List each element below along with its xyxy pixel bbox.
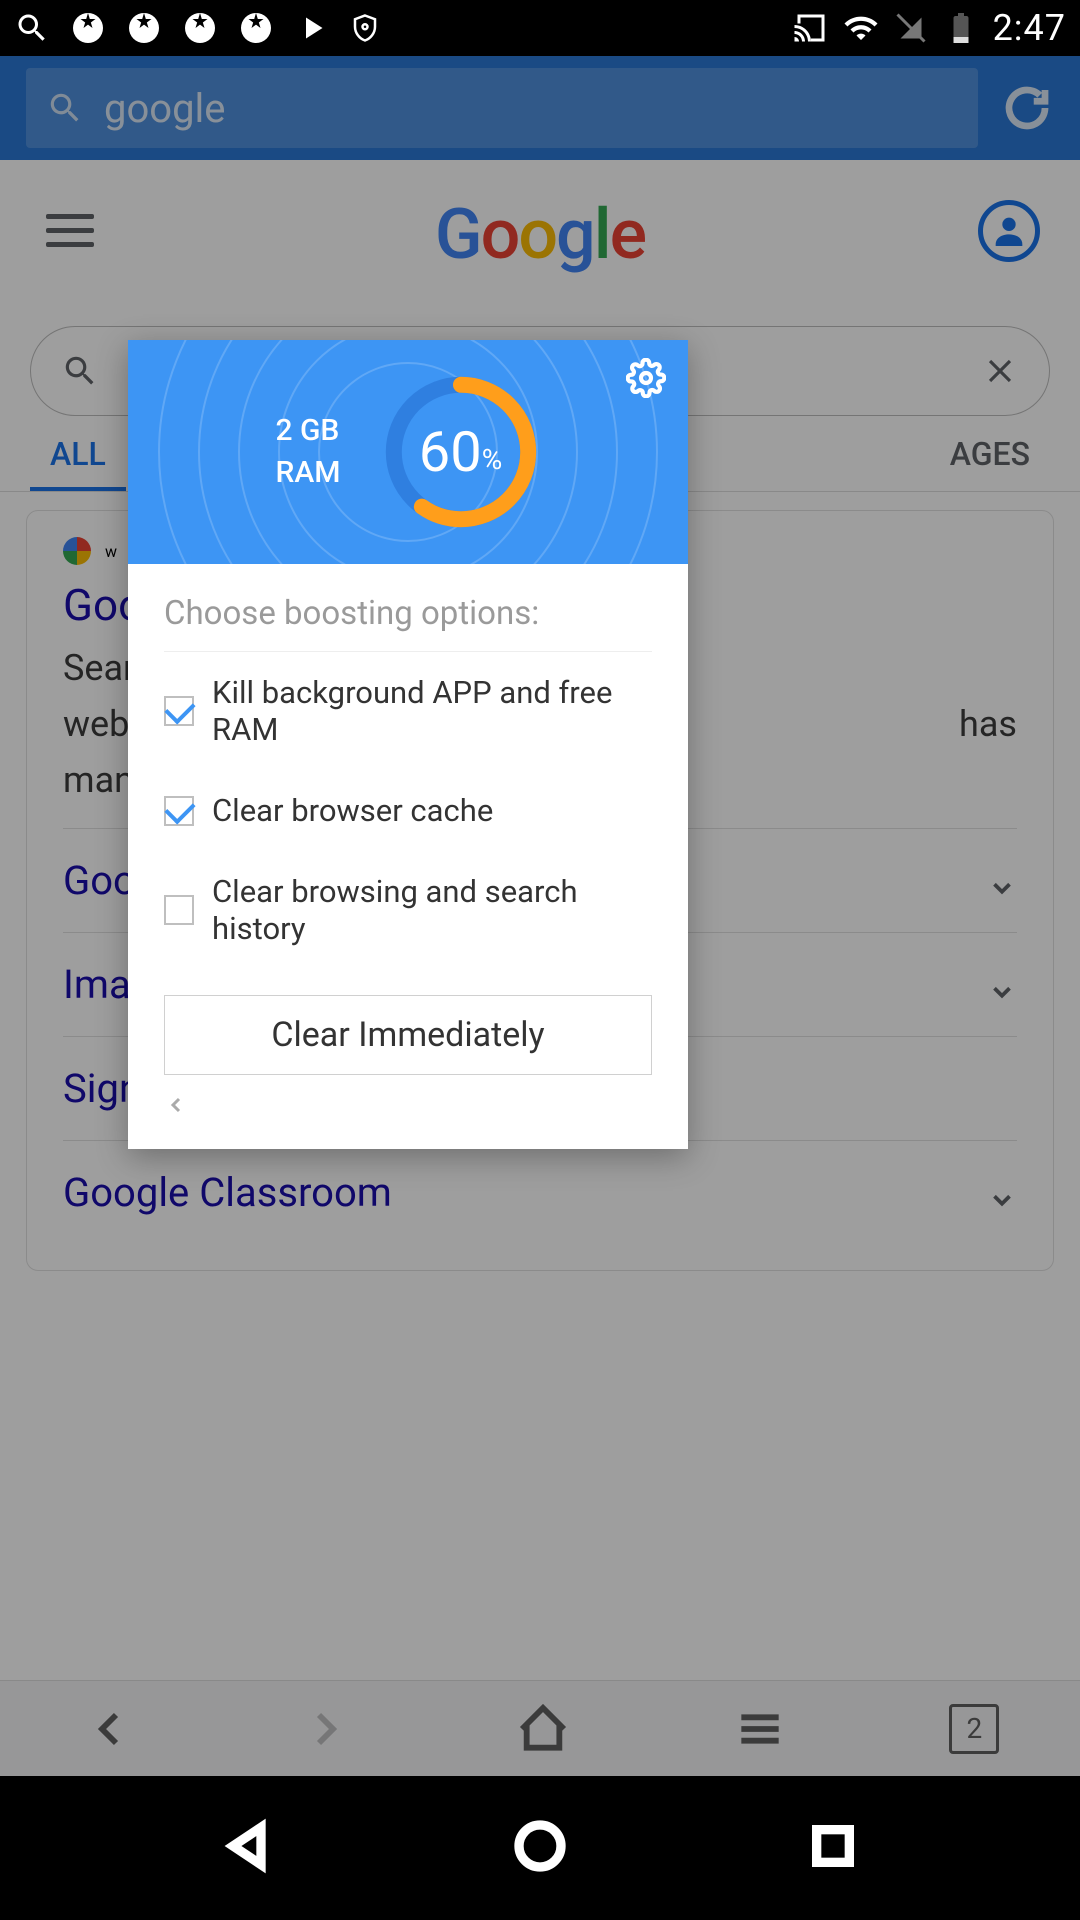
aperture-icon [182,10,218,46]
cast-icon [793,10,829,46]
option-label: Clear browser cache [212,792,493,829]
nav-back-button[interactable] [219,1818,275,1878]
android-nav-bar [0,1776,1080,1920]
usage-percent-symbol: % [482,443,503,476]
status-bar: 2:47 [0,0,1080,56]
usage-percent-value: 60 [419,419,482,485]
clock-text: 2:47 [993,7,1066,49]
checkbox-icon[interactable] [164,895,194,925]
aperture-icon [70,10,106,46]
gear-icon[interactable] [626,358,666,398]
aperture-icon [126,10,162,46]
no-sim-icon [893,10,929,46]
nav-home-button[interactable] [512,1818,568,1878]
chevron-left-icon[interactable] [164,1093,194,1123]
checkbox-icon[interactable] [164,796,194,826]
option-row[interactable]: Clear browser cache [164,770,652,851]
usage-gauge: 60 % [381,372,541,532]
clear-button[interactable]: Clear Immediately [164,995,652,1075]
option-label: Kill background APP and free RAM [212,674,652,748]
battery-icon [943,10,979,46]
booster-modal: 2 GB RAM 60 % Choose boosting options: [128,340,688,1149]
play-icon [294,10,330,46]
option-row[interactable]: Clear browsing and search history [164,851,652,969]
search-icon [14,10,50,46]
ram-label: 2 GB RAM [275,410,340,494]
option-row[interactable]: Kill background APP and free RAM [164,652,652,770]
shield-icon [350,13,380,43]
checkbox-icon[interactable] [164,696,194,726]
modal-heading: Choose boosting options: [164,594,652,633]
wifi-icon [843,10,879,46]
modal-header: 2 GB RAM 60 % [128,340,688,564]
option-label: Clear browsing and search history [212,873,652,947]
aperture-icon [238,10,274,46]
nav-recent-button[interactable] [805,1818,861,1878]
